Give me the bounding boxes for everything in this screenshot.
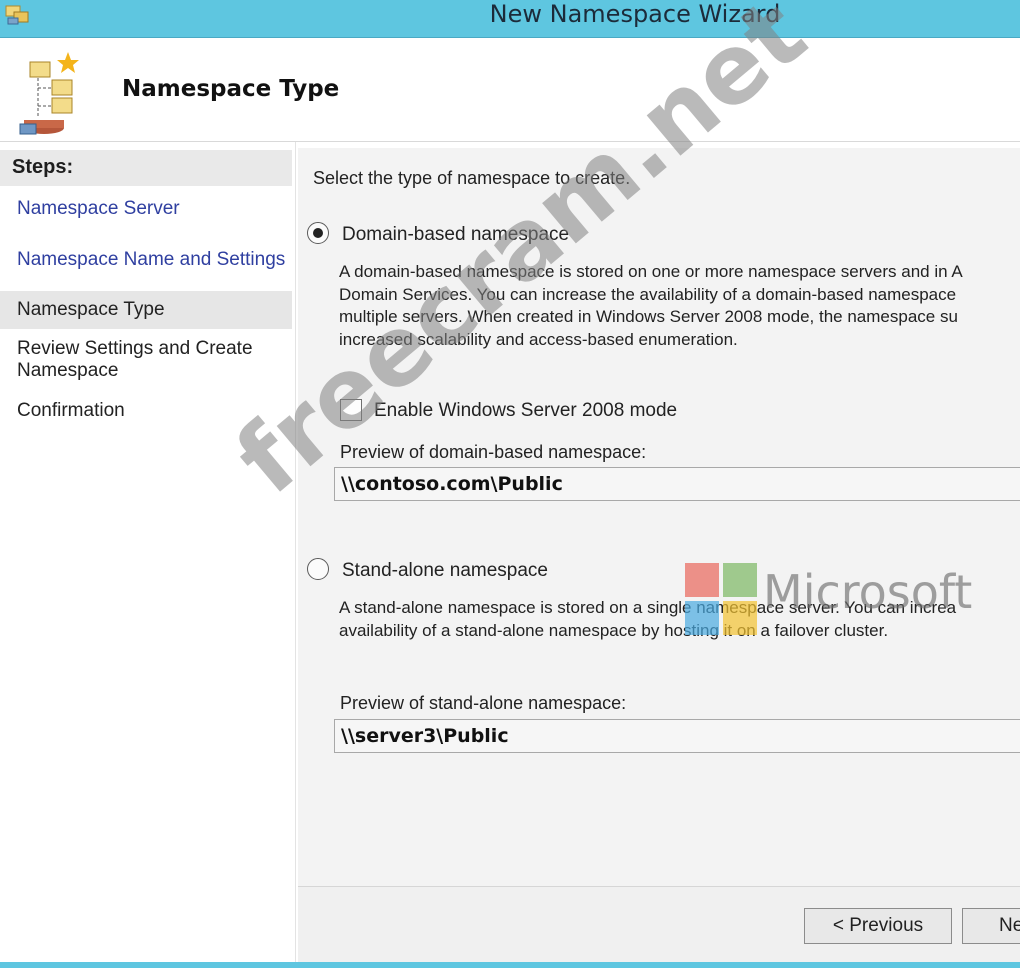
page-title: Namespace Type — [122, 76, 340, 102]
window-title: New Namespace Wizard — [489, 0, 781, 28]
standalone-preview-field: \\server3\Public — [334, 719, 1020, 753]
steps-heading: Steps: — [0, 150, 292, 186]
namespace-folder-icon — [19, 52, 79, 135]
standalone-description-line: A stand-alone namespace is stored on a s… — [339, 598, 957, 617]
radio-selected-dot — [313, 228, 323, 238]
domain-based-label[interactable]: Domain-based namespace — [342, 224, 569, 246]
domain-description-line: Domain Services. You can increase the av… — [339, 285, 957, 304]
enable-windows-server-2008-label[interactable]: Enable Windows Server 2008 mode — [374, 400, 677, 422]
enable-windows-server-2008-checkbox[interactable] — [340, 399, 362, 421]
domain-preview-field: \\contoso.com\Public — [334, 467, 1020, 501]
instruction-text: Select the type of namespace to create. — [313, 168, 631, 188]
title-bar: New Namespace Wizard — [0, 0, 1020, 38]
domain-description-line: multiple servers. When created in Window… — [339, 307, 958, 326]
step-review-settings-and-create: Review Settings and Create Namespace — [17, 338, 253, 381]
wizard-footer: < Previous Ne — [298, 886, 1020, 962]
next-button[interactable]: Ne — [962, 908, 1020, 944]
domain-based-radio[interactable] — [307, 222, 329, 244]
step-confirmation: Confirmation — [17, 400, 125, 421]
content-pane: Select the type of namespace to create. … — [298, 148, 1020, 886]
window-bottom-edge — [0, 962, 1020, 968]
previous-button[interactable]: < Previous — [804, 908, 952, 944]
step-namespace-server[interactable]: Namespace Server — [0, 198, 292, 220]
step-namespace-name-and-settings[interactable]: Namespace Name and Settings — [0, 249, 292, 271]
standalone-description-line: availability of a stand-alone namespace … — [339, 621, 889, 640]
domain-description-line: A domain-based namespace is stored on on… — [339, 262, 963, 281]
domain-description-line: increased scalability and access-based e… — [339, 330, 738, 349]
domain-preview-label: Preview of domain-based namespace: — [340, 442, 647, 462]
step-namespace-type: Namespace Type — [0, 291, 292, 329]
steps-pane: Steps: Namespace Server Namespace Name a… — [0, 142, 296, 962]
wizard-header: Namespace Type — [0, 38, 1020, 142]
standalone-preview-label: Preview of stand-alone namespace: — [340, 693, 627, 713]
stand-alone-radio[interactable] — [307, 558, 329, 580]
stand-alone-label[interactable]: Stand-alone namespace — [342, 560, 548, 582]
